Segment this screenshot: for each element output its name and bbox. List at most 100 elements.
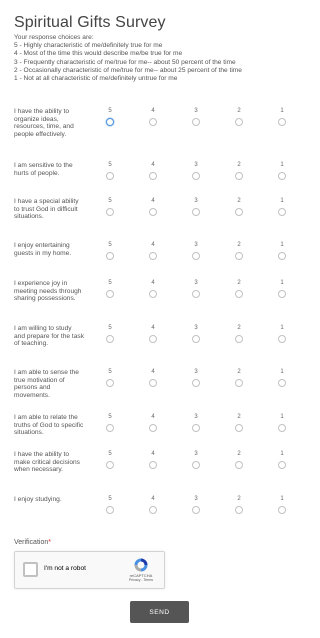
rating-radio-2[interactable] <box>235 118 243 126</box>
rating-option-1: 1 <box>272 369 292 387</box>
rating-radio-2[interactable] <box>235 290 243 298</box>
rating-radio-4[interactable] <box>149 118 157 126</box>
rating-radio-3[interactable] <box>192 424 200 432</box>
rating-option-3: 3 <box>186 242 206 260</box>
rating-option-1: 1 <box>272 108 292 126</box>
rating-radio-3[interactable] <box>192 379 200 387</box>
rating-option-2: 2 <box>229 198 249 216</box>
rating-radio-2[interactable] <box>235 172 243 180</box>
rating-radio-1[interactable] <box>278 290 286 298</box>
rating-option-4: 4 <box>143 369 163 387</box>
rating-radio-1[interactable] <box>278 172 286 180</box>
rating-radio-1[interactable] <box>278 506 286 514</box>
rating-radio-3[interactable] <box>192 208 200 216</box>
rating-radio-1[interactable] <box>278 424 286 432</box>
rating-radio-3[interactable] <box>192 172 200 180</box>
rating-number: 3 <box>194 242 198 248</box>
rating-option-2: 2 <box>229 414 249 432</box>
rating-radio-2[interactable] <box>235 424 243 432</box>
rating-option-2: 2 <box>229 280 249 298</box>
survey-title: Spiritual Gifts Survey <box>14 14 166 31</box>
rating-radio-1[interactable] <box>278 379 286 387</box>
rating-option-2: 2 <box>229 325 249 343</box>
rating-number: 3 <box>194 414 198 420</box>
rating-radio-2[interactable] <box>235 335 243 343</box>
question-row: I experience joy in meeting needs throug… <box>14 280 314 320</box>
rating-radio-3[interactable] <box>192 506 200 514</box>
rating-option-4: 4 <box>143 162 163 180</box>
rating-number: 4 <box>151 496 155 502</box>
rating-radio-1[interactable] <box>278 208 286 216</box>
rating-radio-4[interactable] <box>149 424 157 432</box>
rating-radio-5[interactable] <box>106 461 114 469</box>
rating-radio-5[interactable] <box>106 208 114 216</box>
rating-number: 4 <box>151 451 155 457</box>
rating-radio-2[interactable] <box>235 208 243 216</box>
rating-option-2: 2 <box>229 162 249 180</box>
rating-radio-5[interactable] <box>106 506 114 514</box>
rating-number: 4 <box>151 325 155 331</box>
rating-option-4: 4 <box>143 108 163 126</box>
rating-radio-3[interactable] <box>192 461 200 469</box>
rating-radio-5[interactable] <box>106 252 114 260</box>
rating-radio-5[interactable] <box>106 335 114 343</box>
rating-radio-5[interactable] <box>106 290 114 298</box>
instructions-line: 3 - Frequently characteristic of me/true… <box>14 58 236 66</box>
rating-radio-5[interactable] <box>106 379 114 387</box>
rating-option-4: 4 <box>143 325 163 343</box>
rating-option-1: 1 <box>272 242 292 260</box>
rating-number: 1 <box>280 108 284 114</box>
rating-radio-4[interactable] <box>149 252 157 260</box>
send-button[interactable]: SEND <box>130 601 189 623</box>
question-row: I have the ability to organize ideas, re… <box>14 108 314 148</box>
rating-option-1: 1 <box>272 325 292 343</box>
rating-radio-4[interactable] <box>149 208 157 216</box>
rating-radio-4[interactable] <box>149 461 157 469</box>
rating-option-2: 2 <box>229 242 249 260</box>
rating-option-4: 4 <box>143 414 163 432</box>
rating-radio-1[interactable] <box>278 118 286 126</box>
rating-option-1: 1 <box>272 496 292 514</box>
rating-number: 2 <box>237 325 241 331</box>
rating-radio-5[interactable] <box>106 118 114 126</box>
rating-option-5: 5 <box>100 496 120 514</box>
rating-number: 3 <box>194 162 198 168</box>
rating-radio-3[interactable] <box>192 335 200 343</box>
question-label: I have the ability to make critical deci… <box>14 451 80 474</box>
rating-radio-4[interactable] <box>149 335 157 343</box>
rating-radio-3[interactable] <box>192 252 200 260</box>
rating-number: 5 <box>108 242 112 248</box>
question-row: I am willing to study and prepare for th… <box>14 325 314 365</box>
rating-number: 4 <box>151 108 155 114</box>
rating-option-5: 5 <box>100 325 120 343</box>
rating-radio-2[interactable] <box>235 461 243 469</box>
rating-radio-1[interactable] <box>278 252 286 260</box>
recaptcha-label: I'm not a robot <box>44 565 86 572</box>
rating-radio-2[interactable] <box>235 379 243 387</box>
rating-radio-4[interactable] <box>149 379 157 387</box>
rating-option-3: 3 <box>186 162 206 180</box>
rating-radio-5[interactable] <box>106 424 114 432</box>
rating-radio-2[interactable] <box>235 506 243 514</box>
rating-radio-2[interactable] <box>235 252 243 260</box>
rating-number: 5 <box>108 280 112 286</box>
rating-radio-3[interactable] <box>192 290 200 298</box>
question-label: I am able to sense the true motivation o… <box>14 369 79 399</box>
recaptcha-checkbox[interactable] <box>23 562 38 577</box>
rating-radio-1[interactable] <box>278 335 286 343</box>
question-label: I am able to relate the truths of God to… <box>14 414 84 437</box>
required-mark: * <box>48 539 51 546</box>
rating-radio-3[interactable] <box>192 118 200 126</box>
rating-option-1: 1 <box>272 162 292 180</box>
recaptcha-links[interactable]: Privacy - Terms <box>126 578 156 582</box>
rating-number: 1 <box>280 451 284 457</box>
rating-option-5: 5 <box>100 242 120 260</box>
instructions-line: Your response choices are: <box>14 34 94 41</box>
rating-radio-4[interactable] <box>149 172 157 180</box>
rating-radio-1[interactable] <box>278 461 286 469</box>
rating-radio-4[interactable] <box>149 290 157 298</box>
rating-radio-4[interactable] <box>149 506 157 514</box>
rating-number: 2 <box>237 496 241 502</box>
question-label: I experience joy in meeting needs throug… <box>14 280 82 303</box>
rating-radio-5[interactable] <box>106 172 114 180</box>
